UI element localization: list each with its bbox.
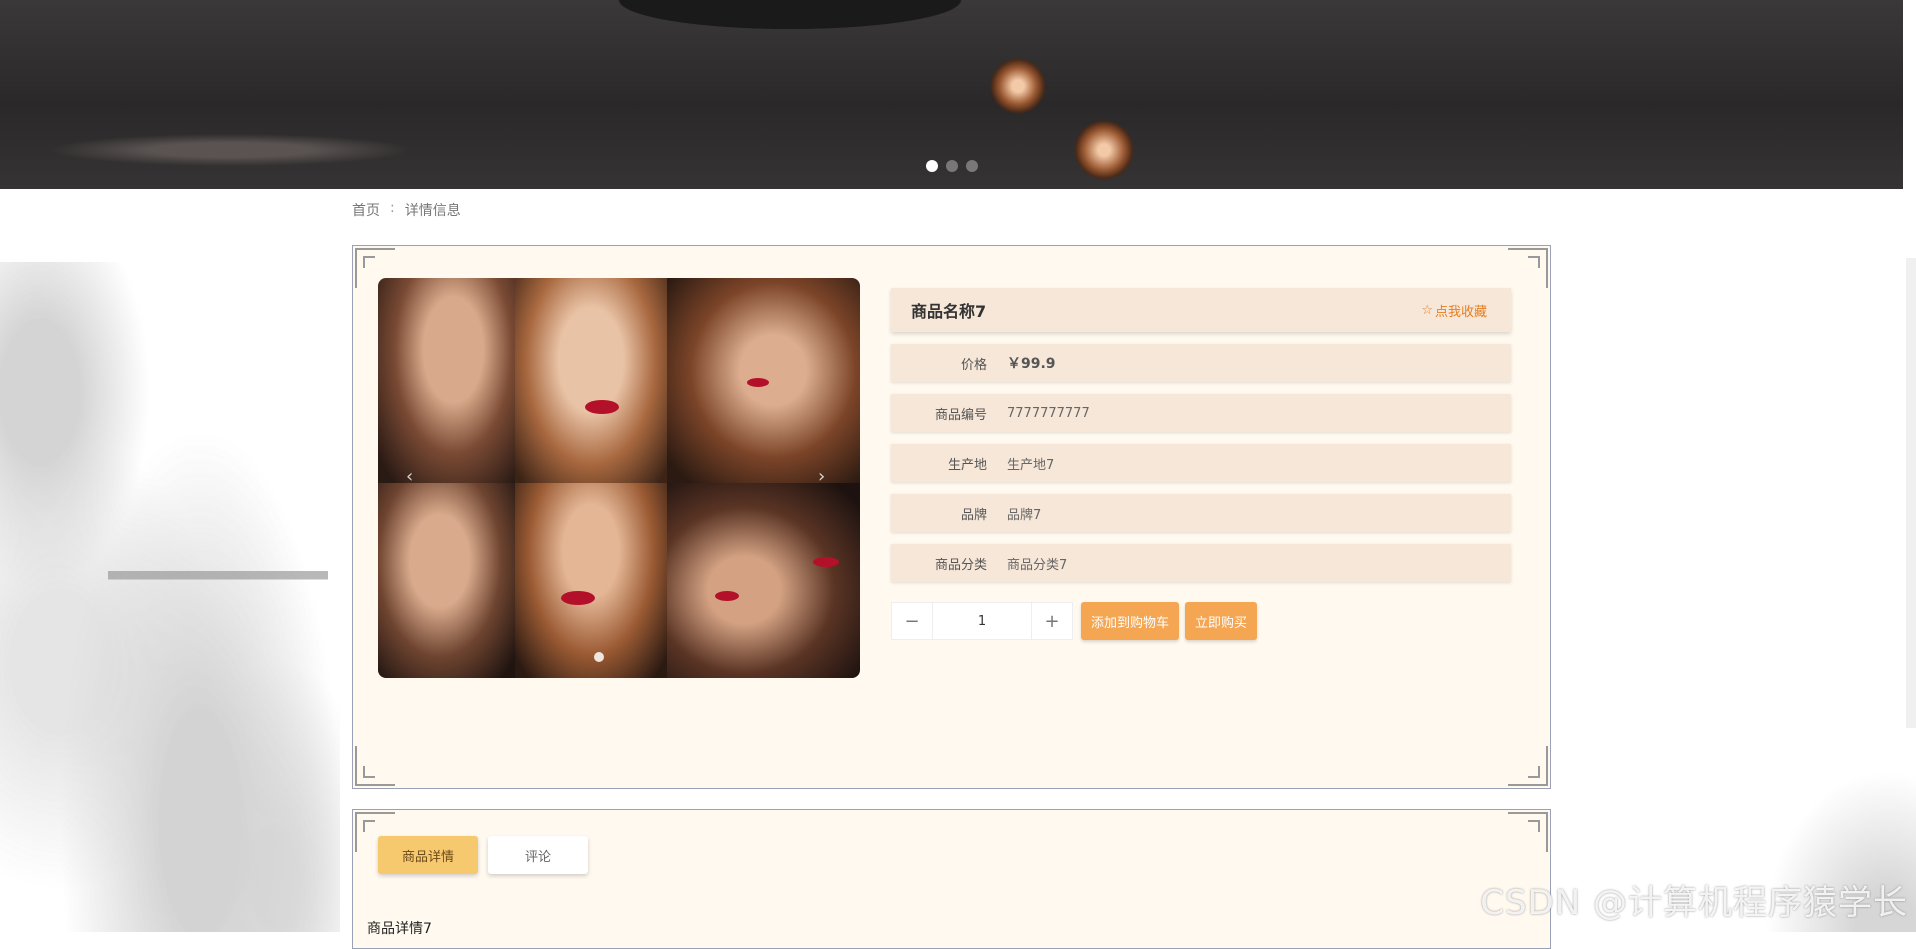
chevron-left-icon[interactable]: ‹ [406,466,413,487]
detail-panel: 商品详情 评论 商品详情7 [352,809,1551,949]
carousel-dot-3[interactable] [966,160,978,172]
boat-decoration [108,548,328,590]
favorite-button[interactable]: ☆ 点我收藏 [1421,301,1487,320]
breadcrumb-current: 详情信息 [404,203,461,219]
ink-landscape-decoration [0,262,340,932]
purchase-actions: − 1 + 添加到购物车 立即购买 [891,602,1511,640]
chevron-right-icon[interactable]: › [818,466,825,487]
product-title: 商品名称7 [911,302,987,321]
tab-product-detail[interactable]: 商品详情 [378,836,478,874]
field-label: 品牌 [960,507,987,523]
add-to-cart-button[interactable]: 添加到购物车 [1081,602,1180,640]
field-value: 生产地7 [1007,457,1055,473]
field-category: 商品分类 商品分类7 [891,544,1511,582]
field-product-number: 商品编号 7777777777 [891,394,1511,432]
product-photo [667,483,860,678]
corner-ornament [1508,248,1548,288]
product-photo [515,483,667,678]
field-label: 价格 [960,357,987,373]
carousel-dot-1[interactable] [926,160,938,172]
product-photo [667,278,860,483]
image-carousel-dot[interactable] [594,652,604,662]
field-label: 商品分类 [934,557,987,573]
favorite-label: 点我收藏 [1434,304,1487,320]
corner-ornament [1508,812,1548,852]
quantity-stepper: − 1 + [891,602,1073,640]
product-panel: ‹ › 商品名称7 ☆ 点我收藏 价格 ￥99.9 商品编号 777777777… [352,245,1551,789]
product-info: 商品名称7 ☆ 点我收藏 价格 ￥99.9 商品编号 7777777777 生产… [891,288,1511,640]
tab-comments[interactable]: 评论 [488,836,588,874]
carousel-indicators [926,160,978,172]
increment-button[interactable]: + [1032,603,1072,639]
field-value: 商品分类7 [1007,557,1068,573]
field-value: 7777777777 [1007,405,1090,421]
buy-now-button[interactable]: 立即购买 [1185,602,1258,640]
field-value: 品牌7 [1007,507,1042,523]
breadcrumb: 首页 : 详情信息 [352,200,461,220]
product-photo [378,483,515,678]
decrement-button[interactable]: − [892,603,932,639]
breadcrumb-home[interactable]: 首页 [352,200,380,220]
carousel-dot-2[interactable] [946,160,958,172]
breadcrumb-separator: : [390,200,395,216]
product-photo [378,278,515,483]
field-brand: 品牌 品牌7 [891,494,1511,532]
corner-ornament [355,746,395,786]
watermark: CSDN @计算机程序猿学长 [1480,883,1908,923]
scrollbar[interactable] [1906,258,1916,728]
hero-banner [0,0,1903,189]
field-label: 生产地 [947,457,987,473]
detail-tabs: 商品详情 评论 [378,836,588,874]
star-icon: ☆ [1421,302,1433,318]
corner-ornament [1508,746,1548,786]
field-value: ￥99.9 [1007,356,1056,372]
product-image-carousel[interactable]: ‹ › [378,278,860,678]
field-origin: 生产地 生产地7 [891,444,1511,482]
quantity-input[interactable]: 1 [932,603,1032,639]
product-photo [515,278,667,483]
detail-content-title: 商品详情7 [367,921,432,937]
field-label: 商品编号 [934,407,987,423]
product-title-bar: 商品名称7 ☆ 点我收藏 [891,288,1511,332]
field-price: 价格 ￥99.9 [891,344,1511,382]
